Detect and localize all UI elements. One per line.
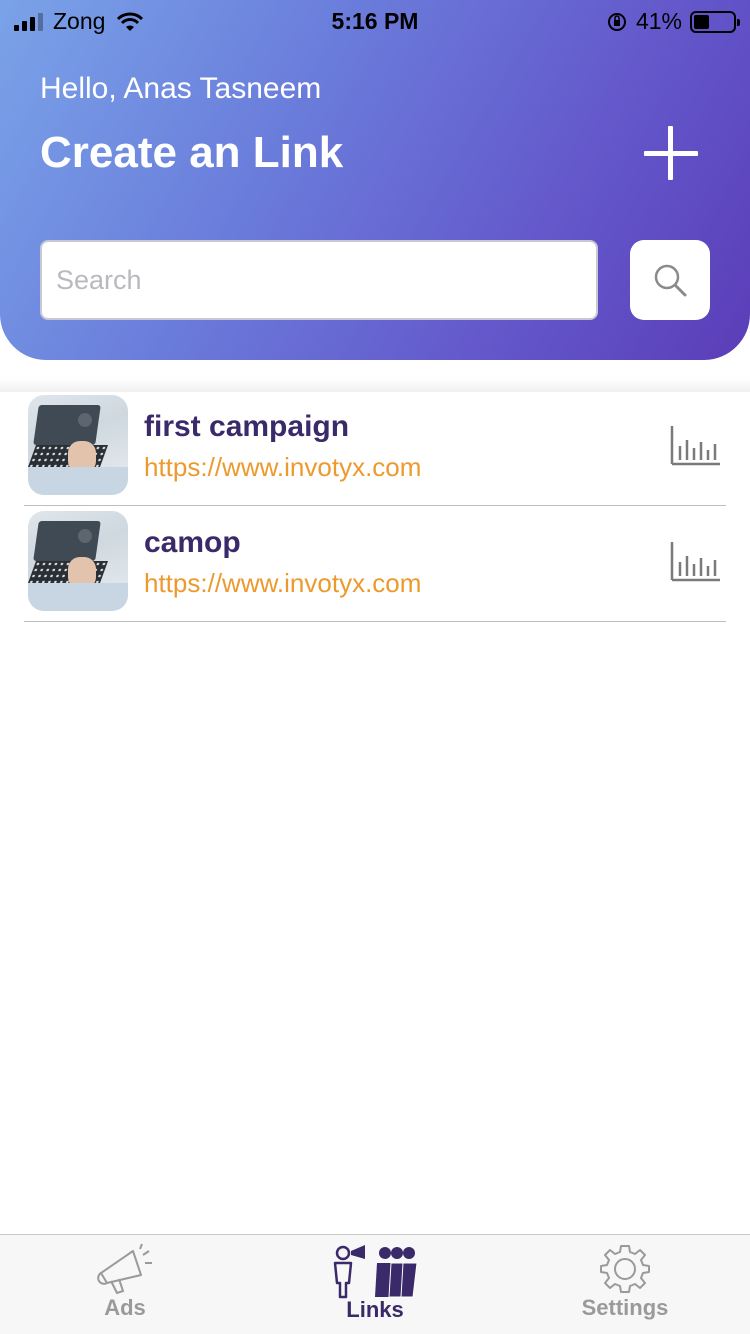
tab-bar: Ads Links Settings <box>0 1234 750 1334</box>
battery-icon <box>690 10 740 33</box>
search-button[interactable] <box>630 240 710 320</box>
header-panel: Zong 5:16 PM 41% Hello, Anas Tasneem Cre… <box>0 0 750 360</box>
orientation-lock-icon <box>607 12 626 31</box>
tab-label: Settings <box>581 1295 669 1320</box>
link-url[interactable]: https://www.invotyx.com <box>144 452 421 483</box>
link-title: camop <box>144 526 241 559</box>
search-input[interactable] <box>40 240 598 320</box>
campaign-thumbnail <box>28 395 128 495</box>
page-title: Create an Link <box>40 128 344 177</box>
bar-chart-icon[interactable] <box>670 540 722 582</box>
tab-settings[interactable]: Settings <box>500 1235 750 1334</box>
tab-ads[interactable]: Ads <box>0 1235 250 1334</box>
links-list: first campaign https://www.invotyx.com c… <box>24 390 726 622</box>
tab-label: Ads <box>104 1295 146 1320</box>
bar-chart-icon[interactable] <box>670 424 722 466</box>
campaign-thumbnail <box>28 511 128 611</box>
link-title: first campaign <box>144 410 350 443</box>
list-item[interactable]: camop https://www.invotyx.com <box>24 506 726 622</box>
battery-percent: 41% <box>635 8 682 34</box>
search-icon <box>654 264 687 297</box>
status-bar: Zong 5:16 PM 41% <box>0 0 750 40</box>
megaphone-icon <box>97 1243 152 1295</box>
tab-links[interactable]: Links <box>250 1235 500 1334</box>
plus-icon <box>644 126 698 180</box>
greeting-text: Hello, Anas Tasneem <box>40 72 322 105</box>
people-icon <box>333 1245 418 1299</box>
tab-label: Links <box>346 1297 404 1322</box>
gear-icon <box>600 1245 650 1293</box>
add-link-button[interactable] <box>640 122 702 184</box>
link-url[interactable]: https://www.invotyx.com <box>144 568 421 599</box>
list-item[interactable]: first campaign https://www.invotyx.com <box>24 390 726 506</box>
